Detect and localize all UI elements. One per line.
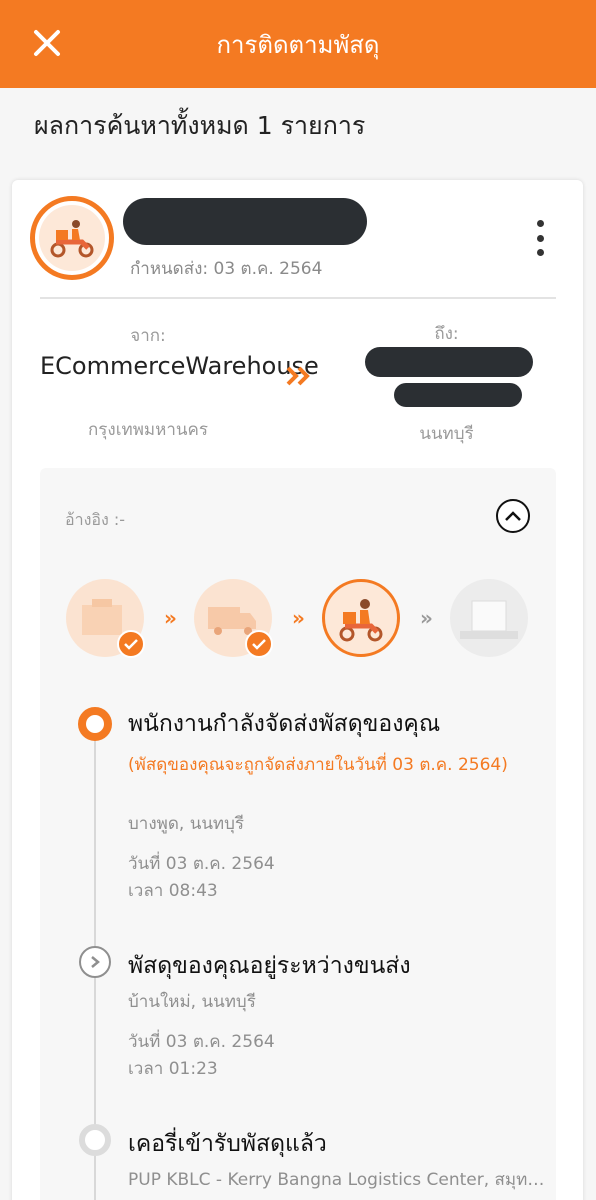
- delivered-box-icon: [450, 579, 528, 657]
- event-title: พนักงานกำลังจัดส่งพัสดุของคุณ: [128, 711, 441, 737]
- sender-city: กรุงเทพมหานคร: [87, 420, 209, 440]
- to-label: ถึง:: [434, 324, 459, 344]
- recipient-address-redacted: [365, 347, 533, 377]
- event-date: วันที่ 03 ต.ค. 2564: [128, 854, 275, 874]
- recipient-city: นนทบุรี: [419, 424, 474, 444]
- recipient-name-redacted: [123, 198, 367, 245]
- reference-label: อ้างอิง :-: [65, 510, 126, 529]
- double-chevron-right-icon: [286, 366, 310, 386]
- page-title: การติดตามพัสดุ: [216, 30, 380, 59]
- timeline-dot-active: [78, 707, 112, 741]
- courier-scooter-icon: [50, 220, 94, 258]
- check-icon: [117, 630, 145, 658]
- collapse-button[interactable]: [496, 499, 530, 533]
- tracking-panel: อ้างอิง :- » » » พนักงานกำลังจัดส่งพัสดุ…: [40, 468, 556, 1200]
- courier-scooter-icon: [322, 579, 400, 657]
- step-separator-icon: »: [164, 606, 177, 630]
- divider: [40, 297, 556, 299]
- more-options-icon[interactable]: [530, 220, 550, 256]
- shipment-card: กำหนดส่ง: 03 ต.ค. 2564 จาก: ECommerceWar…: [12, 180, 583, 1200]
- event-title: เคอรี่เข้ารับพัสดุแล้ว: [128, 1131, 327, 1157]
- event-location: บางพูด, นนทบุรี: [128, 814, 245, 834]
- chevron-up-icon: [505, 511, 521, 521]
- timeline-dot-inactive: [79, 1124, 111, 1156]
- event-time: เวลา 08:43: [128, 881, 218, 901]
- event-title: พัสดุของคุณอยู่ระหว่างขนส่ง: [128, 953, 411, 979]
- step-separator-icon: »: [420, 606, 433, 630]
- event-note: (พัสดุของคุณจะถูกจัดส่งภายในวันที่ 03 ต.…: [128, 755, 508, 775]
- event-location: บ้านใหม่, นนทบุรี: [128, 992, 256, 1012]
- step-separator-icon: »: [292, 606, 305, 630]
- timeline-chevron-icon[interactable]: [79, 946, 111, 978]
- results-summary: ผลการค้นหาทั้งหมด 1 รายการ: [34, 111, 366, 140]
- close-icon[interactable]: [30, 26, 64, 60]
- due-date: กำหนดส่ง: 03 ต.ค. 2564: [130, 259, 323, 279]
- event-time: เวลา 01:23: [128, 1059, 218, 1079]
- from-label: จาก:: [130, 326, 166, 346]
- recipient-address-redacted-2: [394, 383, 522, 407]
- app-bar: การติดตามพัสดุ: [0, 0, 596, 88]
- event-location: PUP KBLC - Kerry Bangna Logistics Center…: [128, 1170, 548, 1190]
- event-date: วันที่ 03 ต.ค. 2564: [128, 1032, 275, 1052]
- courier-avatar: [30, 196, 114, 280]
- sender-name: ECommerceWarehouse: [40, 352, 319, 380]
- check-icon: [245, 630, 273, 658]
